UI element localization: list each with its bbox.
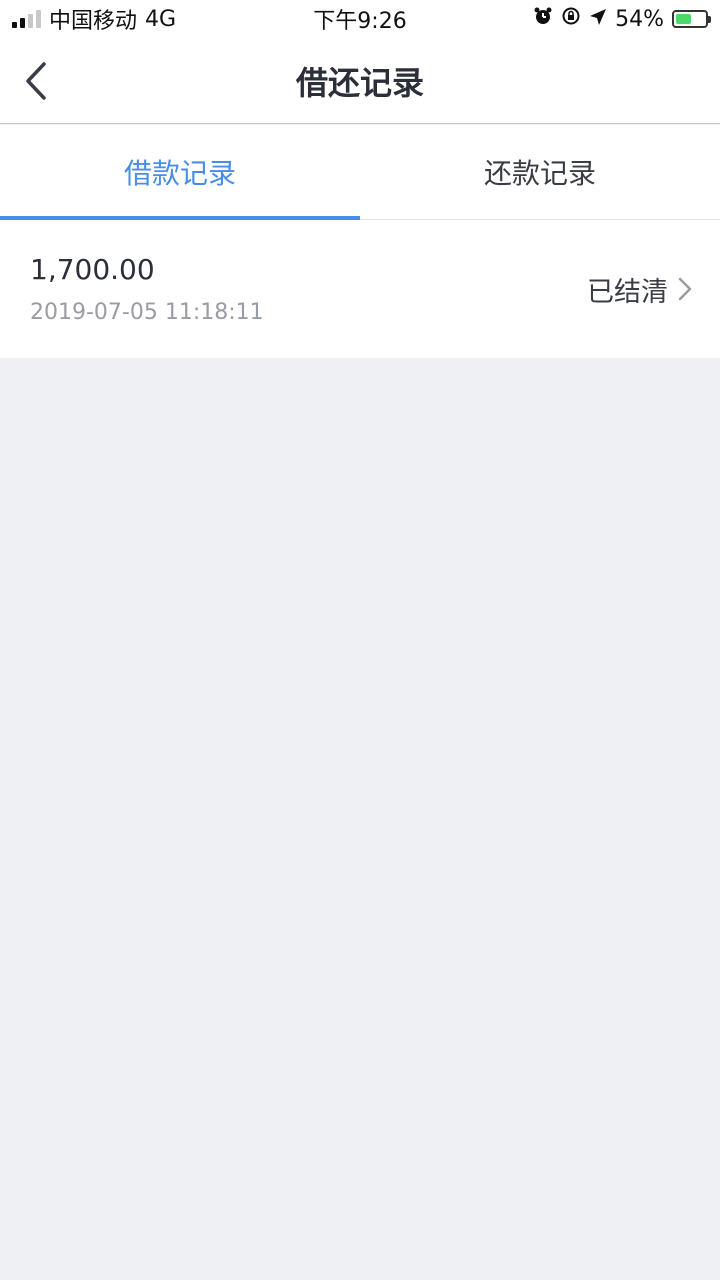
status-bar-left: 中国移动 4G bbox=[12, 3, 176, 35]
record-info: 1,700.00 2019-07-05 11:18:11 bbox=[30, 253, 264, 325]
status-bar-right: 54% bbox=[533, 6, 711, 32]
back-button[interactable] bbox=[16, 56, 56, 106]
record-status-group: 已结清 bbox=[587, 270, 692, 309]
status-badge: 已结清 bbox=[587, 276, 668, 308]
alarm-icon bbox=[533, 6, 553, 32]
battery-fill bbox=[676, 14, 691, 24]
tab-repay-records[interactable]: 还款记录 bbox=[360, 125, 720, 219]
location-arrow-icon bbox=[589, 7, 607, 32]
record-list: 1,700.00 2019-07-05 11:18:11 已结清 bbox=[0, 220, 720, 358]
page-title: 借还记录 bbox=[295, 63, 424, 102]
battery-charging-icon bbox=[672, 10, 711, 28]
list-item[interactable]: 1,700.00 2019-07-05 11:18:11 已结清 bbox=[0, 220, 720, 358]
record-datetime: 2019-07-05 11:18:11 bbox=[30, 300, 264, 325]
network-type: 4G bbox=[145, 6, 177, 32]
orientation-lock-icon bbox=[561, 6, 581, 32]
navigation-bar: 借还记录 bbox=[0, 38, 720, 124]
chevron-right-icon bbox=[678, 277, 692, 301]
record-tabs: 借款记录 还款记录 bbox=[0, 125, 720, 220]
tab-label: 还款记录 bbox=[483, 157, 596, 190]
status-bar: 中国移动 4G 下午9:26 54% bbox=[0, 0, 720, 38]
tab-label: 借款记录 bbox=[123, 157, 236, 190]
battery-percent: 54% bbox=[615, 6, 664, 32]
carrier-name: 中国移动 bbox=[49, 9, 138, 34]
tab-borrow-records[interactable]: 借款记录 bbox=[0, 125, 360, 220]
record-amount: 1,700.00 bbox=[30, 253, 155, 286]
chevron-left-icon bbox=[26, 62, 46, 100]
signal-strength-icon bbox=[12, 10, 41, 28]
